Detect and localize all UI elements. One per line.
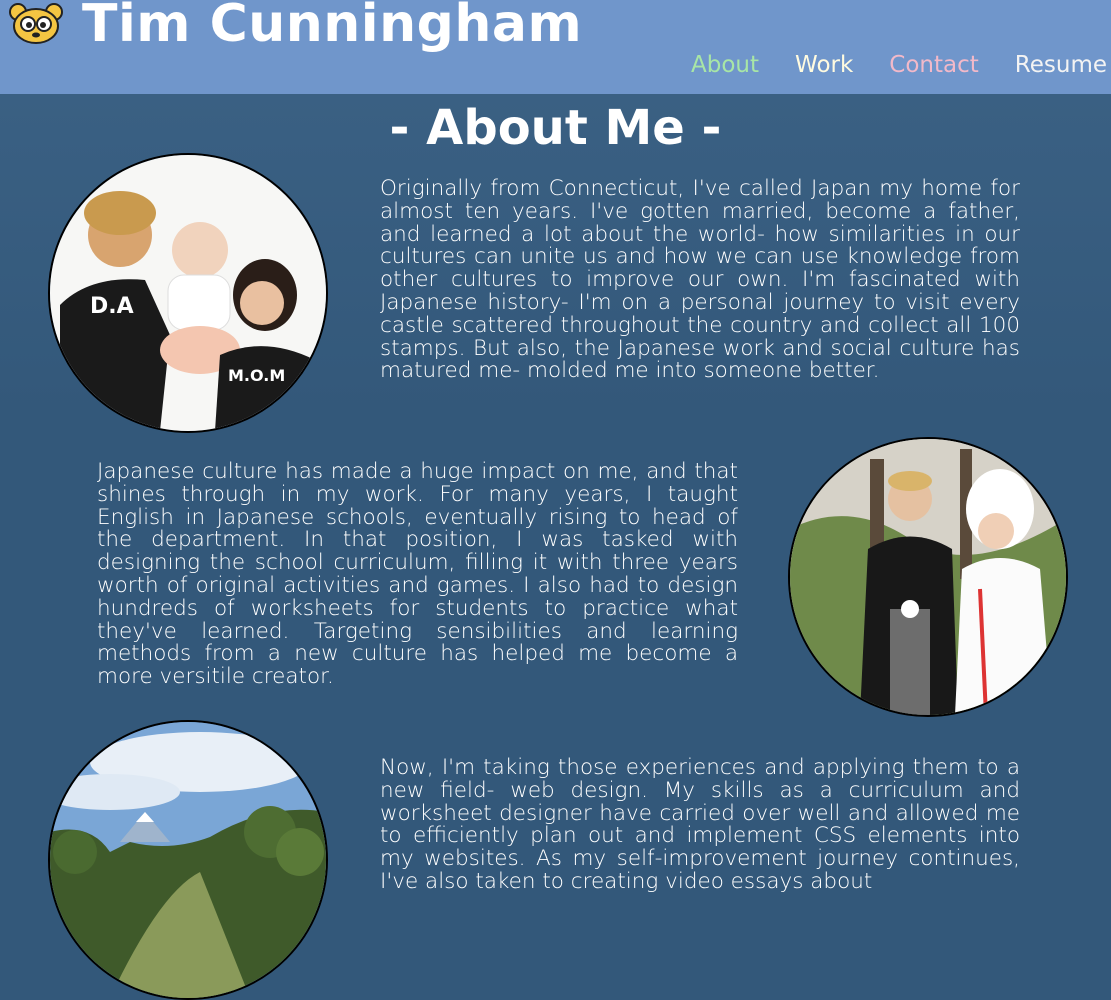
bear-face-icon[interactable]: [8, 2, 64, 46]
wedding-photo: [788, 437, 1068, 717]
site-header: Tim Cunningham About Work Contact Resume: [0, 0, 1111, 94]
nav-link-contact[interactable]: Contact: [889, 52, 978, 78]
landscape-photo: [48, 720, 328, 1000]
svg-text:D.A: D.A: [90, 294, 134, 319]
nav-link-work[interactable]: Work: [795, 52, 853, 78]
nav-link-about[interactable]: About: [691, 52, 759, 78]
page-title: - About Me -: [389, 100, 722, 156]
site-title: Tim Cunningham: [82, 0, 583, 54]
nav-link-resume[interactable]: Resume: [1015, 52, 1107, 78]
about-paragraph-2: Japanese culture has made a huge impact …: [97, 459, 738, 690]
about-paragraph-3: Now, I'm taking those experiences and ap…: [380, 755, 1020, 894]
main-nav: About Work Contact Resume: [691, 52, 1107, 78]
family-photo: D.A M.O.M: [48, 153, 328, 433]
svg-text:M.O.M: M.O.M: [228, 366, 285, 385]
about-paragraph-1: Originally from Connecticut, I've called…: [380, 176, 1020, 384]
